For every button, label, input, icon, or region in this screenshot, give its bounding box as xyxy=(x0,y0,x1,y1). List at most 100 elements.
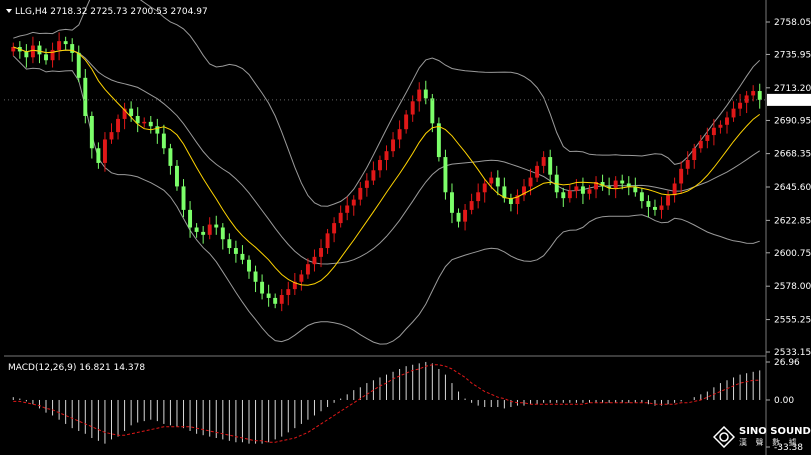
bollinger-lower-line xyxy=(12,55,760,345)
candle-body xyxy=(76,52,81,78)
candle-body xyxy=(30,45,35,58)
current-price-label: 2704.97 xyxy=(772,96,809,106)
macd-label: MACD(12,26,9) 16.821 14.378 xyxy=(8,363,145,373)
candle-body xyxy=(260,281,265,294)
candle-body xyxy=(50,49,55,61)
candle-body xyxy=(495,177,500,187)
candle-body xyxy=(266,293,271,298)
candle-body xyxy=(659,205,664,210)
candle-body xyxy=(652,206,657,210)
price-tick-label: 2645.60 xyxy=(774,183,811,193)
candle-body xyxy=(319,248,323,257)
candle-body xyxy=(325,233,330,249)
candle-body xyxy=(646,201,651,207)
candle-body xyxy=(692,148,697,161)
candle-body xyxy=(489,177,494,184)
candle-body xyxy=(613,180,618,188)
candle-body xyxy=(541,157,546,166)
candle-body xyxy=(580,186,585,194)
candle-body xyxy=(181,186,186,210)
candle-body xyxy=(548,157,553,175)
candle-body xyxy=(685,160,690,169)
macd-tick-label: 26.96 xyxy=(774,358,800,368)
candle-body xyxy=(168,148,173,166)
candle-body xyxy=(620,180,625,184)
price-tick-label: 2578.00 xyxy=(774,282,811,292)
candle-body xyxy=(482,183,487,193)
candle-body xyxy=(751,91,756,96)
candle-body xyxy=(194,227,199,232)
candle-body xyxy=(528,177,533,187)
candle-body xyxy=(744,95,749,103)
candle-body xyxy=(672,183,677,196)
candle-body xyxy=(410,101,415,115)
candle-body xyxy=(332,223,337,234)
candle-body xyxy=(639,192,644,202)
price-tick-label: 2668.35 xyxy=(774,150,811,160)
candle-body xyxy=(279,294,284,304)
candle-body xyxy=(89,115,94,149)
candle-body xyxy=(705,135,710,141)
bollinger-upper-line xyxy=(13,0,761,207)
price-tick-label: 2555.25 xyxy=(774,316,811,326)
candle-body xyxy=(351,199,356,206)
sino-sound-logo-icon xyxy=(713,425,735,448)
candle-body xyxy=(436,123,441,158)
candle-body xyxy=(201,231,206,235)
candle-body xyxy=(404,114,409,130)
candle-body xyxy=(175,165,179,187)
candle-body xyxy=(102,139,107,163)
candle-body xyxy=(312,256,317,265)
watermark-logo: SINO SOUND 漢 聲 數 據 xyxy=(713,420,811,453)
candle-body xyxy=(37,45,42,55)
macd-tick-label: 0.00 xyxy=(774,396,794,406)
candle-body xyxy=(220,227,225,240)
candle-body xyxy=(718,124,723,128)
candle-body xyxy=(711,127,716,136)
candle-body xyxy=(364,180,369,188)
candle-body xyxy=(469,201,474,210)
candle-body xyxy=(535,165,540,178)
price-tick-label: 2690.95 xyxy=(774,116,811,126)
candle-body xyxy=(456,212,461,222)
candle-body xyxy=(273,297,278,304)
candle-body xyxy=(725,117,729,125)
candle-body xyxy=(155,126,160,134)
candle-body xyxy=(129,108,134,116)
candle-body xyxy=(207,224,212,235)
candle-body xyxy=(738,102,743,109)
candle-body xyxy=(188,209,193,228)
candle-body xyxy=(96,148,101,163)
candle-body xyxy=(253,271,258,282)
candle-body xyxy=(384,151,389,161)
chart-canvas: 2758.05 2735.95 2713.20 2690.95 2668.35 2645.… xyxy=(4,0,811,455)
candle-body xyxy=(587,189,592,194)
candle-body xyxy=(233,248,238,254)
candle-body xyxy=(247,259,251,272)
symbol-header: LLG,H4 2718.32 2725.73 2700.53 2704.97 xyxy=(15,7,208,17)
candle-body xyxy=(63,41,68,45)
candle-body xyxy=(443,157,448,193)
dropdown-arrow-icon xyxy=(6,9,12,13)
candle-body xyxy=(430,98,435,124)
price-tick-label: 2622.85 xyxy=(774,216,811,226)
candle-body xyxy=(391,139,396,152)
candle-body xyxy=(450,192,454,213)
candle-body xyxy=(463,209,468,222)
candle-body xyxy=(377,160,382,171)
watermark-name: SINO SOUND xyxy=(739,425,811,437)
candle-body xyxy=(666,195,671,206)
candle-body xyxy=(161,133,166,149)
candle-body xyxy=(142,121,147,124)
candle-body xyxy=(109,132,114,140)
candle-body xyxy=(148,121,153,127)
candle-body xyxy=(731,108,736,118)
candle-body xyxy=(338,212,343,224)
candle-body xyxy=(679,168,684,184)
price-tick-label: 2735.95 xyxy=(774,50,811,60)
candle-body xyxy=(214,224,219,228)
watermark-sub: 漢 聲 數 據 xyxy=(739,437,800,447)
candle-body xyxy=(83,77,88,116)
candle-body xyxy=(116,118,121,133)
candle-body xyxy=(561,192,566,199)
